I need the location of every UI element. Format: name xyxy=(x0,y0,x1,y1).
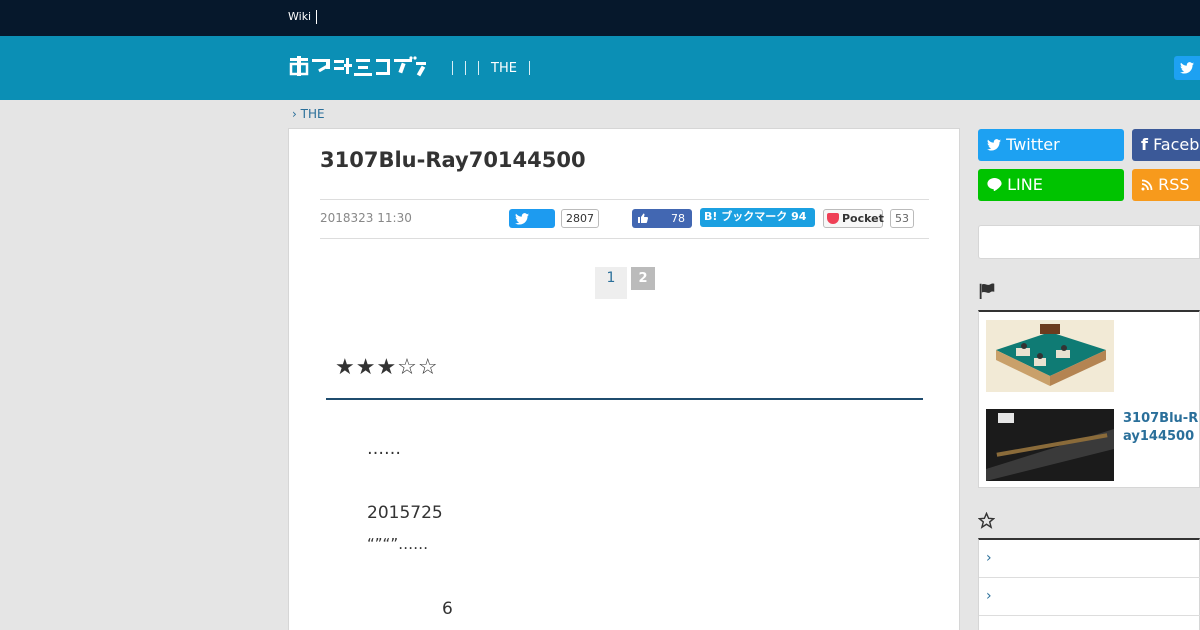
facebook-like-button[interactable]: 78 xyxy=(632,209,692,228)
ranking-list: 3107Blu-Ray144500 xyxy=(978,310,1200,488)
follow-line-button[interactable]: LINE xyxy=(978,169,1124,201)
chevron-right-icon: › xyxy=(986,588,992,604)
star-icon xyxy=(978,512,995,529)
nav-separator xyxy=(528,61,530,75)
section-divider xyxy=(326,398,923,400)
like-count: 78 xyxy=(671,212,685,225)
pocket-label: Pocket xyxy=(842,212,884,225)
sword-thumbnail xyxy=(986,409,1114,481)
facebook-icon: f xyxy=(1141,135,1148,154)
pocket-icon xyxy=(827,213,839,224)
wiki-link[interactable]: Wiki xyxy=(288,10,318,24)
article-meta: 2018323 11:30 2807 78 B! ブックマーク 94 Pocke… xyxy=(320,199,929,239)
nav-separator xyxy=(478,61,479,75)
chevron-right-icon: › xyxy=(986,550,992,566)
pagination: 1 2 xyxy=(595,267,655,299)
star-rating: ★★★☆☆ xyxy=(335,355,439,380)
thumbs-up-icon xyxy=(638,213,649,223)
tweet-count: 2807 xyxy=(561,209,599,228)
hatena-icon: B! xyxy=(704,210,718,223)
site-header: THE xyxy=(0,36,1200,100)
twitter-icon xyxy=(987,139,1001,151)
main-nav: THE xyxy=(446,60,536,76)
follow-facebook-button[interactable]: f Faceb xyxy=(1132,129,1200,161)
chevron-right-icon: › xyxy=(292,107,301,121)
page-1-current[interactable]: 1 xyxy=(595,267,627,299)
ranking-item[interactable] xyxy=(979,312,1200,400)
link-list: › › xyxy=(978,538,1200,630)
top-bar: Wiki xyxy=(0,0,1200,36)
pocket-button[interactable]: Pocket xyxy=(823,209,884,228)
ranking-item[interactable]: 3107Blu-Ray144500 xyxy=(979,400,1200,488)
header-twitter-button[interactable] xyxy=(1174,56,1200,80)
twitter-icon xyxy=(1180,62,1194,74)
list-item[interactable]: › xyxy=(979,540,1200,578)
article-paragraph: “”“”…… xyxy=(367,535,429,553)
line-icon xyxy=(987,178,1002,192)
follow-twitter-label: Twitter xyxy=(1006,135,1060,154)
rss-icon xyxy=(1141,179,1153,191)
list-item[interactable]: › xyxy=(979,578,1200,616)
article-paragraph: …… xyxy=(367,439,401,459)
page-2-link[interactable]: 2 xyxy=(631,267,655,290)
site-logo[interactable] xyxy=(288,54,428,82)
hatena-label: ブックマーク 94 xyxy=(721,210,807,223)
hatena-bookmark-button[interactable]: B! ブックマーク 94 xyxy=(700,208,815,227)
nav-separator xyxy=(465,61,466,75)
flag-icon xyxy=(979,283,995,299)
office-game-thumbnail xyxy=(986,320,1114,392)
search-input[interactable] xyxy=(978,225,1200,259)
ranking-item-title: 3107Blu-Ray144500 xyxy=(1123,411,1199,444)
breadcrumb-item[interactable]: THE xyxy=(301,107,325,121)
nav-separator xyxy=(452,61,453,75)
article-title: 3107Blu-Ray70144500 xyxy=(320,148,586,172)
follow-twitter-button[interactable]: Twitter xyxy=(978,129,1124,161)
breadcrumb: › THE xyxy=(292,107,325,121)
twitter-icon xyxy=(515,213,529,225)
article-card: 3107Blu-Ray70144500 2018323 11:30 2807 7… xyxy=(288,128,960,630)
tweet-button[interactable] xyxy=(509,209,555,228)
follow-rss-label: RSS xyxy=(1158,175,1190,194)
pocket-count: 53 xyxy=(890,209,914,228)
article-paragraph: 2015725 xyxy=(367,503,443,523)
follow-line-label: LINE xyxy=(1007,175,1043,194)
follow-rss-button[interactable]: RSS xyxy=(1132,169,1200,201)
publish-date: 2018323 11:30 xyxy=(320,211,412,225)
nav-item-the[interactable]: THE xyxy=(485,61,523,76)
article-paragraph: 6 xyxy=(442,599,453,619)
follow-facebook-label: Faceb xyxy=(1153,135,1200,154)
